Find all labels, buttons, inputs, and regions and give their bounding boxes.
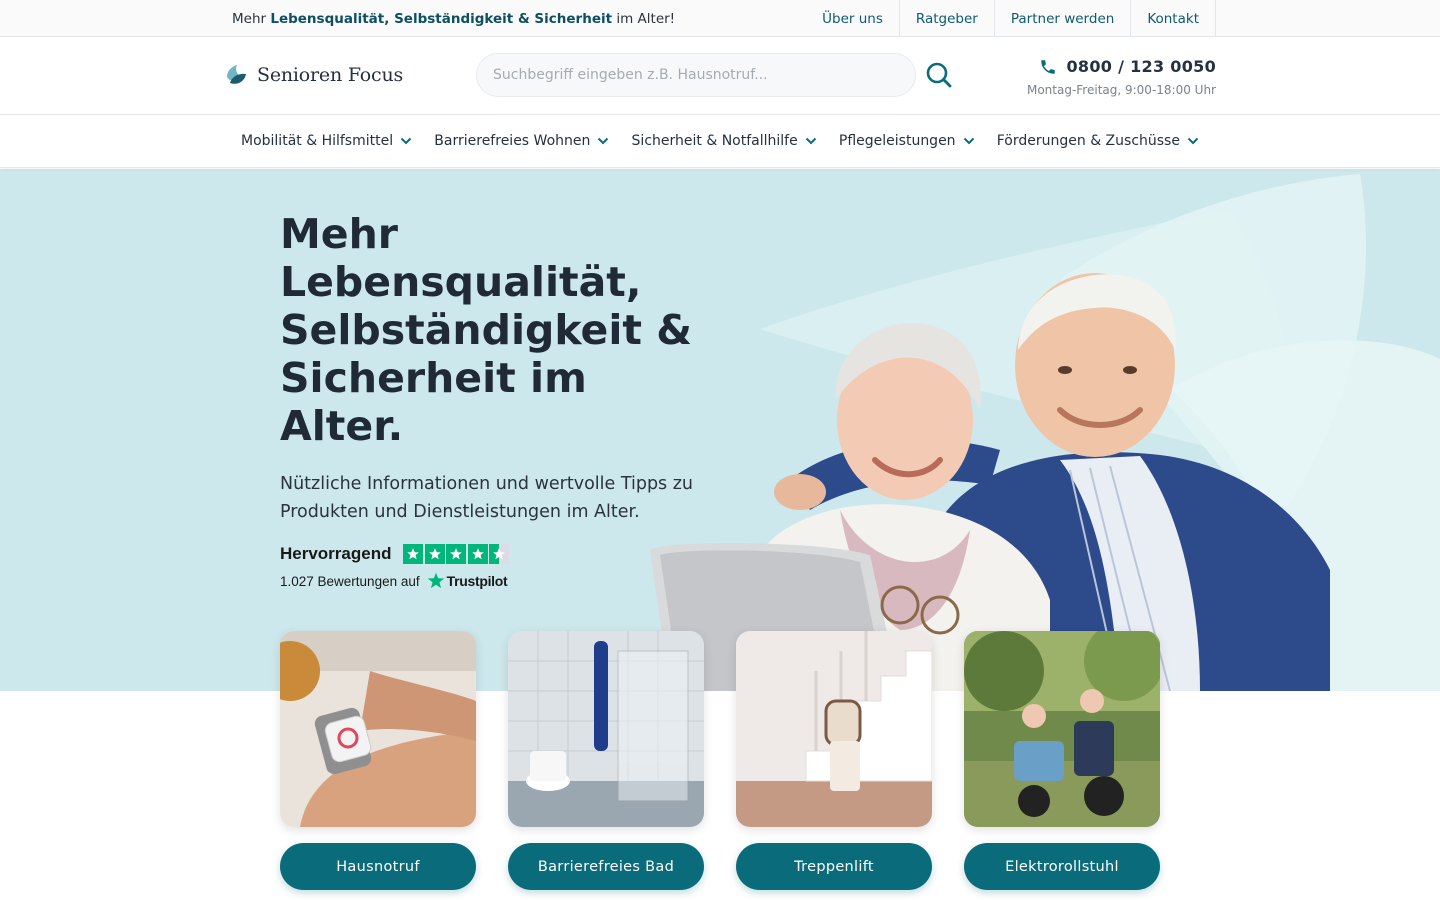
chevron-down-icon	[598, 137, 609, 145]
trustpilot-star-icon	[427, 572, 444, 589]
top-bar: Mehr Lebensqualität, Selbständigkeit & S…	[0, 0, 1440, 37]
phone-contact: 0800 / 123 0050 Montag-Freitag, 9:00-18:…	[1027, 57, 1216, 97]
trustpilot-review-count: 1.027 Bewertungen auf	[280, 573, 420, 589]
accessible-bathroom-image[interactable]	[508, 631, 704, 827]
trustpilot-widget[interactable]: Hervorragend 1.027 Bewertungen auf Trust…	[280, 544, 511, 590]
card-barrierefreies-bad: Barrierefreies Bad	[508, 631, 704, 890]
header: Senioren Focus 0800 / 123 0050 Montag-Fr…	[0, 37, 1440, 115]
nav-item-label: Sicherheit & Notfallhilfe	[631, 133, 798, 149]
hero-subtitle: Nützliche Informationen und wertvolle Ti…	[280, 474, 694, 522]
top-link-partner-werden[interactable]: Partner werden	[993, 0, 1130, 37]
phone-icon	[1041, 59, 1056, 74]
logo-leaf-icon	[227, 65, 246, 84]
trustpilot-brand: Trustpilot	[446, 573, 508, 589]
chevron-down-icon	[1187, 137, 1199, 145]
phone-hours: Montag-Freitag, 9:00-18:00 Uhr	[1026, 83, 1216, 97]
star-half-icon	[489, 544, 510, 564]
search-icon	[926, 62, 952, 88]
nav-item-barrierefreies-wohnen[interactable]: Barrierefreies Wohnen	[434, 133, 609, 149]
hausnotruf-button[interactable]: Hausnotruf	[280, 843, 476, 890]
hero-text-block: Mehr Lebensqualität, Selbständigkeit & S…	[280, 210, 700, 526]
nav-item-label: Pflegeleistungen	[838, 133, 956, 149]
chevron-down-icon	[400, 137, 412, 145]
nav-item-label: Förderungen & Zuschüsse	[996, 133, 1180, 149]
top-link-ratgeber[interactable]: Ratgeber	[898, 0, 994, 37]
trustpilot-logo: Trustpilot	[427, 572, 508, 590]
chevron-down-icon	[805, 137, 816, 145]
logo[interactable]: Senioren Focus	[224, 63, 403, 87]
nav-item-sicherheit[interactable]: Sicherheit & Notfallhilfe	[632, 133, 817, 149]
category-cards: Hausnotruf Barrierefreies Bad Treppenlif…	[280, 631, 1160, 890]
top-link-ueber-uns[interactable]: Über uns	[806, 0, 899, 37]
treppenlift-button[interactable]: Treppenlift	[736, 843, 932, 890]
tagline-highlight: Lebensqualität, Selbständigkeit & Sicher…	[270, 10, 613, 27]
barrierefreies-bad-button[interactable]: Barrierefreies Bad	[508, 843, 704, 890]
phone-number[interactable]: 0800 / 123 0050	[1066, 57, 1216, 76]
nav-item-foerderungen[interactable]: Förderungen & Zuschüsse	[997, 133, 1199, 149]
hero-title: Mehr Lebensqualität, Selbständigkeit & S…	[280, 210, 693, 450]
star-icon	[446, 544, 467, 564]
card-elektrorollstuhl: Elektrorollstuhl	[964, 631, 1160, 890]
chevron-down-icon	[963, 137, 974, 145]
nav-item-label: Mobilität & Hilfsmittel	[241, 133, 394, 149]
top-tagline: Mehr Lebensqualität, Selbständigkeit & S…	[224, 11, 675, 27]
tagline-suffix: im Alter!	[616, 10, 676, 27]
top-link-kontakt[interactable]: Kontakt	[1130, 0, 1216, 37]
card-treppenlift: Treppenlift	[736, 631, 932, 890]
emergency-watch-image[interactable]	[280, 631, 476, 827]
seniors-laptop-image	[650, 273, 1330, 691]
star-icon	[403, 544, 424, 564]
search-button[interactable]	[924, 61, 954, 91]
logo-text: Senioren Focus	[257, 64, 404, 86]
top-links: Über uns Ratgeber Partner werden Kontakt	[806, 0, 1216, 37]
tagline-prefix: Mehr	[232, 10, 267, 27]
nav-item-label: Barrierefreies Wohnen	[434, 133, 591, 149]
trustpilot-rating-label: Hervorragend	[280, 544, 392, 563]
star-icon	[467, 544, 488, 564]
nav-item-mobilitaet[interactable]: Mobilität & Hilfsmittel	[241, 133, 412, 149]
star-icon	[424, 544, 445, 564]
electric-wheelchair-image[interactable]	[964, 631, 1160, 827]
search-input[interactable]	[476, 53, 916, 97]
nav-item-pflegeleistungen[interactable]: Pflegeleistungen	[839, 133, 975, 149]
main-nav: Mobilität & Hilfsmittel Barrierefreies W…	[0, 115, 1440, 168]
trustpilot-stars	[403, 544, 511, 564]
elektrorollstuhl-button[interactable]: Elektrorollstuhl	[964, 843, 1160, 890]
card-hausnotruf: Hausnotruf	[280, 631, 476, 890]
stairlift-image[interactable]	[736, 631, 932, 827]
